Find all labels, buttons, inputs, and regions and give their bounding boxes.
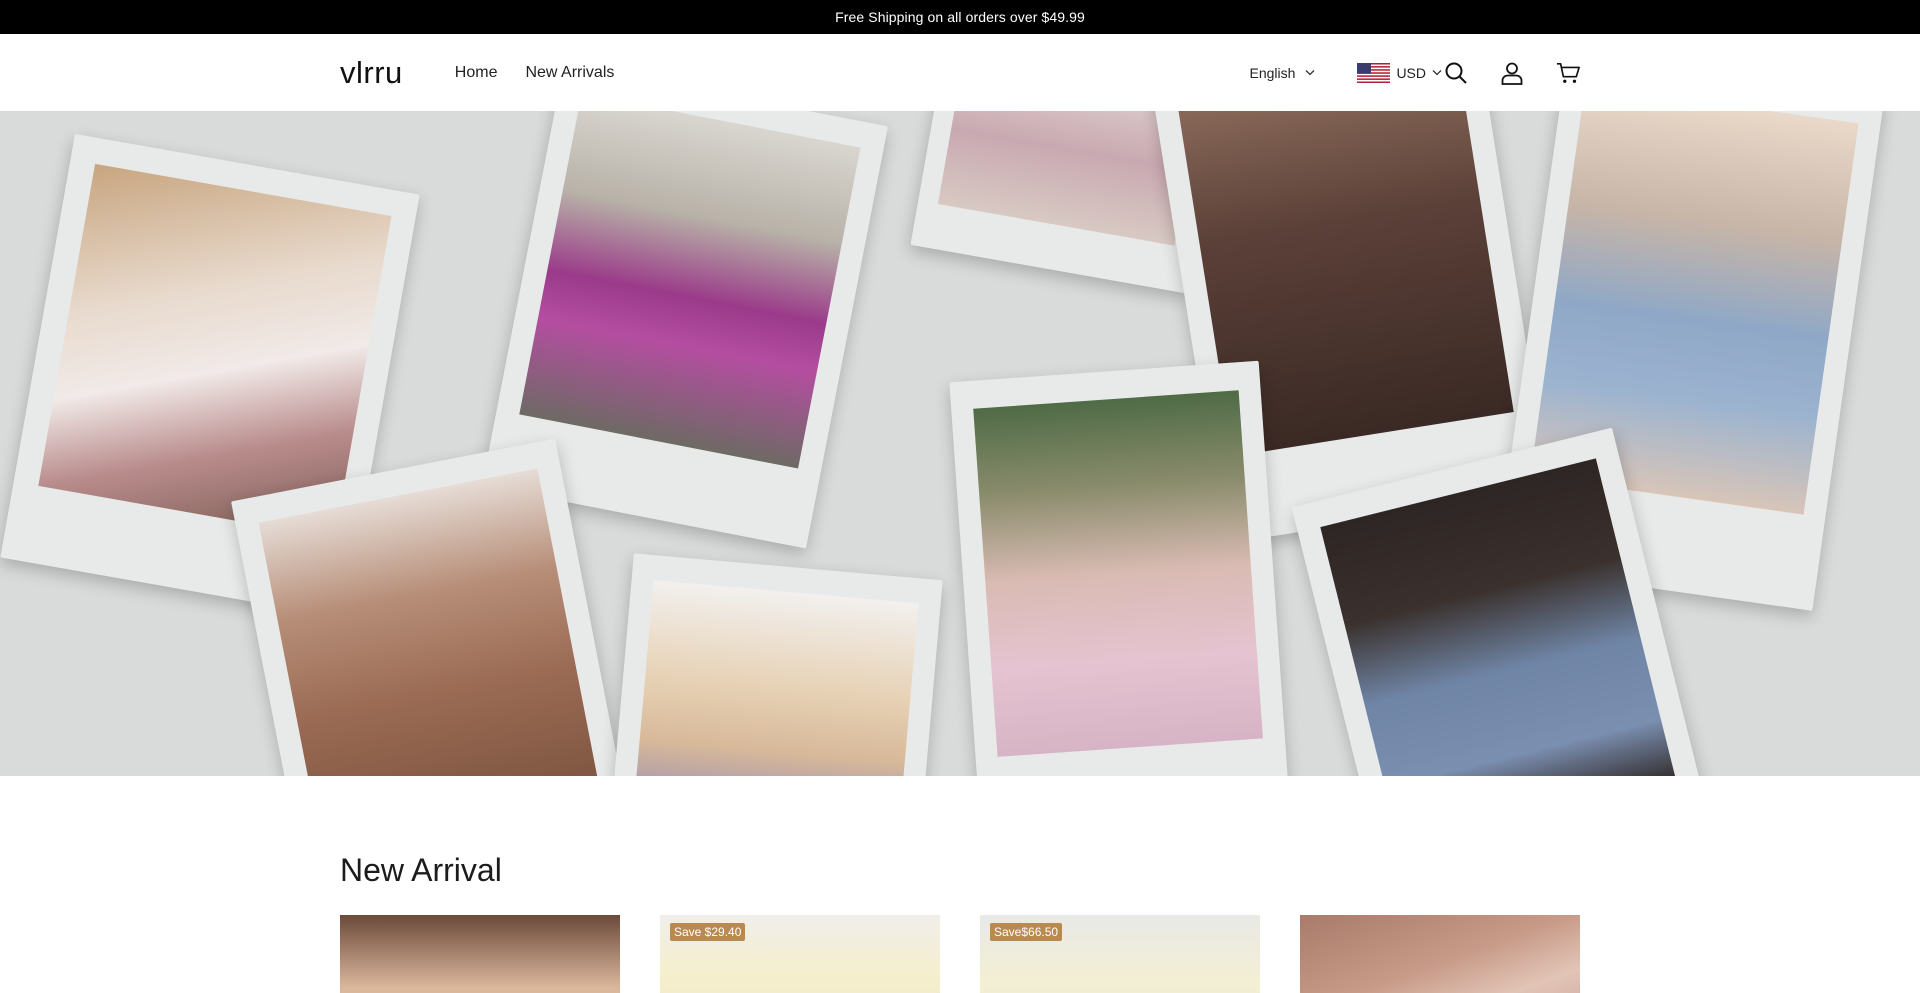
- chevron-down-icon: [1305, 70, 1315, 76]
- cart-icon[interactable]: [1556, 61, 1580, 85]
- hero-photo: [625, 580, 919, 776]
- product-grid: Save $29.40 Save$66.50: [340, 915, 1580, 993]
- product-card[interactable]: Save$66.50: [980, 915, 1260, 993]
- sale-badge: Save$66.50: [990, 923, 1063, 941]
- hero-photo: [258, 468, 602, 776]
- nav-new-arrivals[interactable]: New Arrivals: [525, 60, 614, 86]
- product-card[interactable]: [1300, 915, 1580, 993]
- account-icon[interactable]: [1500, 61, 1524, 85]
- nav-home[interactable]: Home: [455, 60, 498, 86]
- chevron-down-icon: [1432, 70, 1442, 76]
- announcement-text: Free Shipping on all orders over $49.99: [835, 9, 1085, 25]
- hero-polaroid: [597, 553, 943, 776]
- hero-polaroid: [949, 360, 1291, 776]
- sale-badge: Save $29.40: [670, 923, 746, 941]
- new-arrival-section: New Arrival Save $29.40 Save$66.50: [340, 776, 1580, 993]
- site-header: vlrru Home New Arrivals English USD: [0, 34, 1920, 111]
- hero-photo: [1320, 458, 1677, 776]
- hero-photo: [519, 111, 861, 469]
- hero-photo: [972, 389, 1264, 758]
- hero-banner[interactable]: [0, 111, 1920, 776]
- product-image[interactable]: [1300, 915, 1580, 993]
- main-nav: Home New Arrivals: [455, 60, 615, 86]
- currency-selector[interactable]: USD: [1357, 62, 1442, 83]
- store-logo[interactable]: vlrru: [340, 55, 403, 91]
- language-selector[interactable]: English: [1250, 65, 1316, 81]
- search-icon[interactable]: [1444, 61, 1468, 85]
- currency-label: USD: [1396, 64, 1426, 81]
- product-card[interactable]: [340, 915, 620, 993]
- product-card[interactable]: Save $29.40: [660, 915, 940, 993]
- section-title: New Arrival: [340, 852, 502, 888]
- language-label: English: [1249, 64, 1296, 81]
- us-flag-icon: [1357, 62, 1391, 83]
- product-image[interactable]: [340, 915, 620, 993]
- announcement-bar: Free Shipping on all orders over $49.99: [0, 0, 1920, 34]
